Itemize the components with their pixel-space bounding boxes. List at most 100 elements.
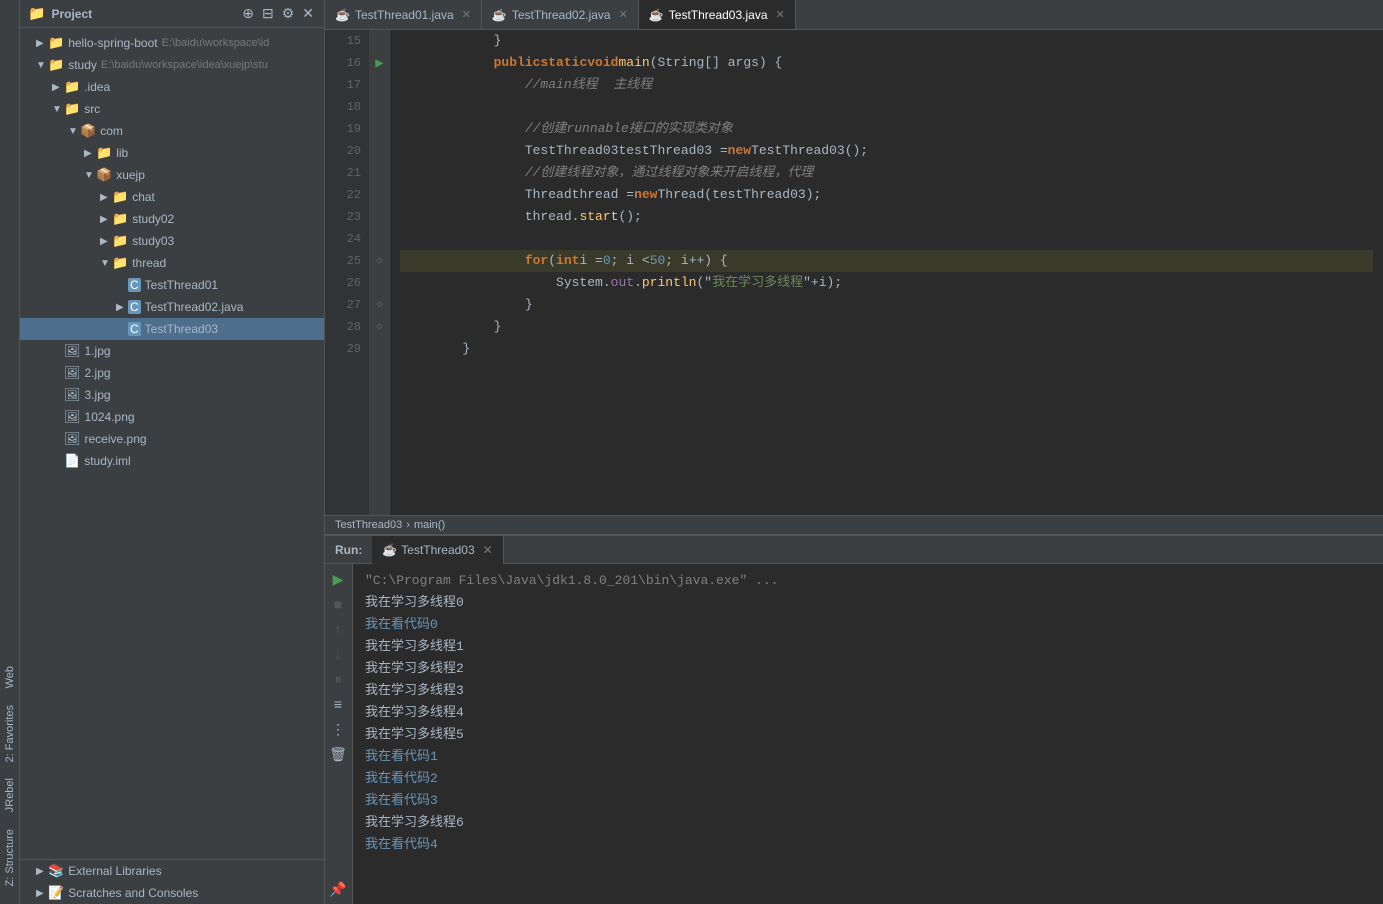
1024png-icon: 🖼 [64, 409, 81, 425]
tab-testthread02[interactable]: ☕ TestThread02.java ✕ [482, 0, 639, 30]
study-folder-icon: 📁 [48, 57, 64, 73]
tree-item-study03[interactable]: ▶ 📁 study03 [20, 230, 324, 252]
tree-item-src[interactable]: ▼ 📁 src [20, 98, 324, 120]
tab-testthread03[interactable]: ☕ TestThread03.java ✕ [639, 0, 796, 30]
tab-testthread02-icon: ☕ [492, 8, 507, 22]
run-stop-btn[interactable]: ■ [327, 593, 349, 615]
tree-label-3jpg: 3.jpg [85, 388, 111, 402]
tab-testthread01-label: TestThread01.java [355, 8, 454, 22]
external-libraries-icon: 📚 [48, 863, 64, 879]
run-tab-icon: ☕ [382, 543, 397, 557]
code-line-19: //创建runnable接口的实现类对象 [400, 118, 1373, 140]
testthread03-icon: C [128, 322, 141, 336]
run-down-btn[interactable]: ↓ [327, 643, 349, 665]
tree-label-hello-spring-boot: hello-spring-boot [68, 36, 157, 50]
web-label[interactable]: Web [2, 658, 18, 696]
external-libraries-item[interactable]: ▶ 📚 External Libraries [20, 860, 324, 882]
run-panel: Run: ☕ TestThread03 ✕ ▶ ■ ↑ ↓ ⏸ ≡ ⋮ [325, 534, 1383, 904]
project-tree: ▶ 📁 hello-spring-boot E:\baidu\workspace… [20, 28, 324, 859]
tree-label-thread: thread [132, 256, 166, 270]
tree-label-lib: lib [116, 146, 128, 160]
tree-label-study03: study03 [132, 234, 174, 248]
run-content: ▶ ■ ↑ ↓ ⏸ ≡ ⋮ 🗑 📌 "C:\Program Files\Java… [325, 564, 1383, 904]
code-line-22: Thread thread = new Thread(testThread03)… [400, 184, 1373, 206]
tree-item-com[interactable]: ▼ 📦 com [20, 120, 324, 142]
run-tab-bar: Run: ☕ TestThread03 ✕ [325, 536, 1383, 564]
tree-item-hello-spring-boot[interactable]: ▶ 📁 hello-spring-boot E:\baidu\workspace… [20, 32, 324, 54]
run-pin-btn[interactable]: 📌 [327, 878, 349, 900]
tab-testthread01[interactable]: ☕ TestThread01.java ✕ [325, 0, 482, 30]
breadcrumb-separator: › [406, 519, 410, 531]
close-sidebar-icon[interactable]: ✕ [300, 3, 316, 24]
run-tab-testthread03[interactable]: ☕ TestThread03 ✕ [372, 536, 503, 564]
output-line-6: 我在学习多线程4 [365, 702, 1371, 724]
output-line-9: 我在看代码2 [365, 768, 1371, 790]
folder-icon: 📁 [48, 35, 64, 51]
output-line-5: 我在学习多线程3 [365, 680, 1371, 702]
tree-item-2jpg[interactable]: 🖼 2.jpg [20, 362, 324, 384]
xuejp-pkg-icon: 📦 [96, 167, 112, 183]
code-line-29: } [400, 338, 1373, 360]
tree-label-1024png: 1024.png [85, 410, 135, 424]
2jpg-icon: 🖼 [64, 365, 81, 381]
run-play-btn[interactable]: ▶ [327, 568, 349, 590]
tree-label-1jpg: 1.jpg [85, 344, 111, 358]
favorites-label[interactable]: 2: Favorites [2, 697, 18, 770]
receivepng-icon: 🖼 [64, 431, 81, 447]
tree-item-receivepng[interactable]: 🖼 receive.png [20, 428, 324, 450]
1jpg-icon: 🖼 [64, 343, 81, 359]
tree-item-testthread01[interactable]: C TestThread01 [20, 274, 324, 296]
run-trash-btn[interactable]: 🗑 [327, 743, 349, 765]
tree-item-chat[interactable]: ▶ 📁 chat [20, 186, 324, 208]
tree-item-thread[interactable]: ▼ 📁 thread [20, 252, 324, 274]
scratches-label: Scratches and Consoles [68, 886, 198, 900]
tree-item-1024png[interactable]: 🖼 1024.png [20, 406, 324, 428]
testthread02-icon: C [128, 300, 141, 314]
com-pkg-icon: 📦 [80, 123, 96, 139]
tree-item-study02[interactable]: ▶ 📁 study02 [20, 208, 324, 230]
output-line-8: 我在看代码1 [365, 746, 1371, 768]
code-line-26: System.out.println("我在学习多线程"+i); [400, 272, 1373, 294]
jrebel-label[interactable]: JRebel [2, 770, 18, 820]
3jpg-icon: 🖼 [64, 387, 81, 403]
scratches-icon: 📝 [48, 885, 64, 901]
tree-item-idea[interactable]: ▶ 📁 .idea [20, 76, 324, 98]
run-tab-close[interactable]: ✕ [483, 543, 493, 557]
tree-item-3jpg[interactable]: 🖼 3.jpg [20, 384, 324, 406]
run-pause-btn[interactable]: ⏸ [327, 668, 349, 690]
tab-testthread03-close[interactable]: ✕ [776, 8, 785, 21]
src-folder-icon: 📁 [64, 101, 80, 117]
tree-label-src: src [84, 102, 100, 116]
run-format-btn[interactable]: ⋮ [327, 718, 349, 740]
tree-item-1jpg[interactable]: 🖼 1.jpg [20, 340, 324, 362]
tree-item-xuejp[interactable]: ▼ 📦 xuejp [20, 164, 324, 186]
breadcrumb-method: main() [414, 519, 445, 531]
tab-testthread02-close[interactable]: ✕ [619, 8, 628, 21]
code-line-23: thread.start(); [400, 206, 1373, 228]
tab-bar: ☕ TestThread01.java ✕ ☕ TestThread02.jav… [325, 0, 1383, 30]
structure-label[interactable]: Z: Structure [2, 821, 18, 894]
run-wrap-btn[interactable]: ≡ [327, 693, 349, 715]
tree-item-studyiml[interactable]: 📄 study.iml [20, 450, 324, 472]
scratches-consoles-item[interactable]: ▶ 📝 Scratches and Consoles [20, 882, 324, 904]
layout-icon[interactable]: ⊟ [260, 3, 276, 24]
run-up-btn[interactable]: ↑ [327, 618, 349, 640]
tree-label-study: study [68, 58, 97, 72]
settings-icon[interactable]: ⚙ [280, 3, 297, 24]
code-content[interactable]: } public static void main(String[] args)… [390, 30, 1383, 515]
code-line-18 [400, 96, 1373, 118]
output-line-3: 我在学习多线程1 [365, 636, 1371, 658]
left-edge-bar: Web 2: Favorites JRebel Z: Structure [0, 0, 20, 904]
tree-item-lib[interactable]: ▶ 📁 lib [20, 142, 324, 164]
external-libraries-label: External Libraries [68, 864, 161, 878]
tree-item-study[interactable]: ▼ 📁 study E:\baidu\workspace\idea\xuejp\… [20, 54, 324, 76]
tree-label-testthread01: TestThread01 [145, 278, 218, 292]
output-cmd: "C:\Program Files\Java\jdk1.8.0_201\bin\… [365, 570, 1371, 592]
tree-item-testthread03[interactable]: C TestThread03 [20, 318, 324, 340]
add-icon[interactable]: ⊕ [240, 3, 256, 24]
tab-testthread01-close[interactable]: ✕ [462, 8, 471, 21]
tree-item-testthread02[interactable]: ▶ C TestThread02.java [20, 296, 324, 318]
run-toolbar: ▶ ■ ↑ ↓ ⏸ ≡ ⋮ 🗑 📌 [325, 564, 353, 904]
tree-label-xuejp: xuejp [116, 168, 145, 182]
output-line-2: 我在看代码0 [365, 614, 1371, 636]
